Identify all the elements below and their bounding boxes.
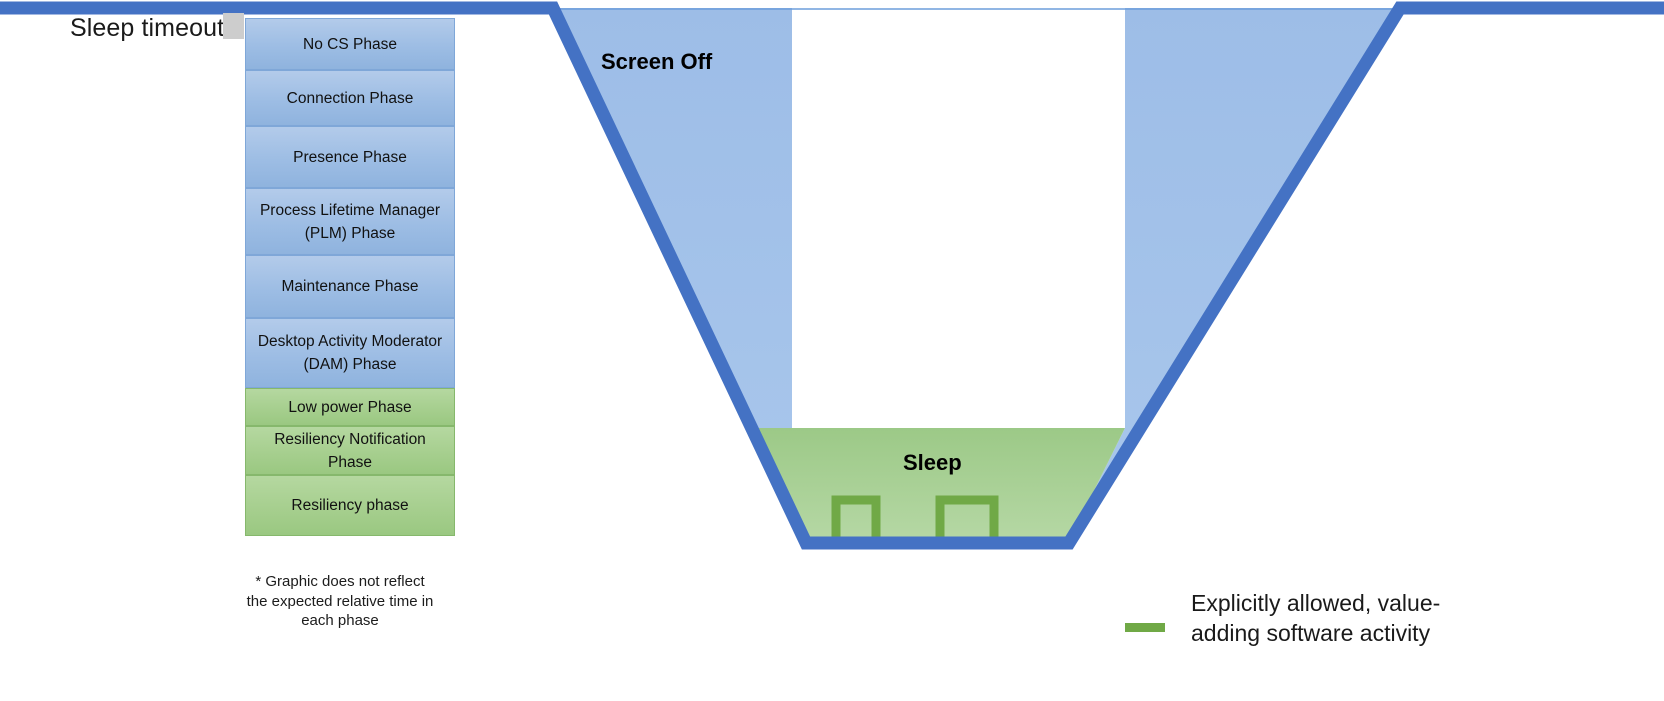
phase-label: Resiliency Notification Phase	[274, 430, 426, 471]
phase-item-no-cs[interactable]: No CS Phase	[245, 18, 455, 70]
phase-item-low-power[interactable]: Low power Phase	[245, 388, 455, 426]
phase-label: Presence Phase	[293, 148, 407, 166]
legend-swatch-icon	[1125, 623, 1165, 632]
phase-item-connection[interactable]: Connection Phase	[245, 70, 455, 126]
phase-item-presence[interactable]: Presence Phase	[245, 126, 455, 188]
sleep-region	[749, 428, 1125, 543]
phase-item-resiliency[interactable]: Resiliency phase	[245, 475, 455, 536]
screen-off-region-left	[553, 8, 807, 543]
phase-list: No CS Phase Connection Phase Presence Ph…	[245, 18, 455, 536]
legend: Explicitly allowed, value-adding softwar…	[1125, 588, 1453, 648]
phase-label: Process Lifetime Manager (PLM) Phase	[259, 201, 441, 242]
phase-item-dam[interactable]: Desktop Activity Moderator (DAM) Phase	[245, 318, 455, 388]
screen-off-label: Screen Off	[601, 49, 713, 74]
phase-label: Low power Phase	[288, 398, 412, 416]
phase-label: Maintenance Phase	[281, 278, 419, 295]
phase-label: Connection Phase	[286, 89, 414, 107]
diagram-canvas: Sleep timeout No CS Phase Connection Pha…	[0, 0, 1664, 701]
activity-pulse-1	[831, 495, 881, 546]
sleep-timeout-label: Sleep timeout	[70, 14, 225, 42]
footnote-text: * Graphic does not reflect the expected …	[246, 573, 434, 629]
phase-label: No CS Phase	[303, 35, 397, 53]
phase-label: Resiliency phase	[291, 497, 409, 514]
activity-pulse-2	[935, 495, 999, 546]
sleep-timeout-marker-icon	[223, 13, 244, 39]
phase-item-plm[interactable]: Process Lifetime Manager (PLM) Phase	[245, 188, 455, 255]
screen-off-wedge-left	[553, 8, 807, 543]
phase-item-resiliency-notif[interactable]: Resiliency Notification Phase	[245, 426, 455, 475]
phase-label: Desktop Activity Moderator (DAM) Phase	[257, 333, 443, 373]
phase-item-maintenance[interactable]: Maintenance Phase	[245, 255, 455, 318]
screen-off-wedge-right	[1068, 8, 1400, 543]
legend-label: Explicitly allowed, value-adding softwar…	[1191, 590, 1441, 646]
sleep-label: Sleep	[903, 450, 962, 475]
